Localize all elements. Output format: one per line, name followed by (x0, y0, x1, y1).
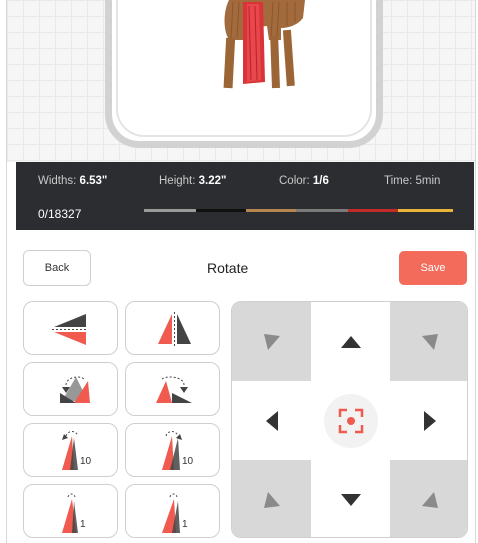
rotate-1-cw-button[interactable]: 1 (23, 484, 118, 538)
thread-color-bar (144, 209, 453, 212)
move-down-right-button[interactable] (390, 460, 467, 537)
rotate-10-ccw-button[interactable]: 10 (125, 423, 220, 477)
rotate-90-cw-button[interactable] (23, 362, 118, 416)
move-right-button[interactable] (390, 381, 467, 460)
move-left-button[interactable] (232, 381, 311, 460)
rotate-10-ccw-label: 10 (182, 456, 194, 467)
rotate-10-cw-icon (62, 431, 79, 470)
arrow-up-right-icon (421, 333, 438, 350)
flip-horizontal-button[interactable] (125, 301, 220, 355)
arrow-down-right-icon (421, 491, 438, 508)
move-down-button[interactable] (311, 460, 390, 537)
rotate-90-ccw-button[interactable] (125, 362, 220, 416)
back-button[interactable]: Back (23, 250, 91, 286)
height-stat: Height: 3.22" (159, 175, 227, 187)
design-info-bar: Widths: 6.53" Height: 3.22" Color: 1/6 T… (16, 162, 474, 230)
rotate-1-cw-label: 1 (80, 519, 86, 530)
rotate-1-ccw-icon (162, 493, 180, 533)
design-preview-image (223, 0, 305, 89)
center-button[interactable] (311, 381, 390, 460)
move-dpad (231, 301, 468, 538)
rotate-10-ccw-icon (162, 431, 182, 470)
thread-color-segment (296, 209, 348, 212)
arrow-up-left-icon (263, 333, 280, 350)
width-value: 6.53" (79, 175, 108, 187)
thread-color-segment (348, 209, 398, 212)
move-down-left-button[interactable] (232, 460, 311, 537)
height-value: 3.22" (198, 175, 227, 187)
rotate-90-ccw-icon (156, 376, 192, 403)
thread-color-segment (144, 209, 196, 212)
save-button[interactable]: Save (399, 251, 467, 285)
rotate-1-ccw-button[interactable]: 1 (125, 484, 220, 538)
rotate-panel: Back Rotate Save 10 10 1 1 (7, 234, 475, 543)
center-focus-icon (338, 408, 363, 433)
thread-color-segment (246, 209, 296, 212)
flip-vertical-icon (52, 314, 88, 345)
arrow-up-icon (340, 335, 361, 348)
color-stat: Color: 1/6 (279, 175, 329, 187)
arrow-right-icon (423, 410, 436, 431)
flip-vertical-button[interactable] (23, 301, 118, 355)
rotate-1-cw-icon (62, 493, 78, 533)
thread-color-segment (398, 209, 453, 212)
time-stat: Time: 5min (384, 175, 441, 187)
rotate-10-cw-label: 10 (80, 456, 92, 467)
arrow-down-icon (340, 493, 361, 506)
rotate-90-cw-icon (60, 376, 90, 403)
rotate-1-ccw-label: 1 (182, 519, 188, 530)
move-up-button[interactable] (311, 302, 390, 381)
thread-color-segment (196, 209, 246, 212)
flip-horizontal-icon (158, 312, 191, 346)
width-stat: Widths: 6.53" (38, 175, 108, 187)
design-canvas[interactable] (7, 0, 475, 162)
time-value: 5min (415, 175, 441, 187)
arrow-down-left-icon (263, 491, 280, 508)
color-value: 1/6 (312, 175, 329, 187)
stitch-count: 0/18327 (38, 207, 82, 221)
move-up-left-button[interactable] (232, 302, 311, 381)
rotate-10-cw-button[interactable]: 10 (23, 423, 118, 477)
move-up-right-button[interactable] (390, 302, 467, 381)
page-title: Rotate (207, 260, 249, 276)
arrow-left-icon (265, 410, 278, 431)
